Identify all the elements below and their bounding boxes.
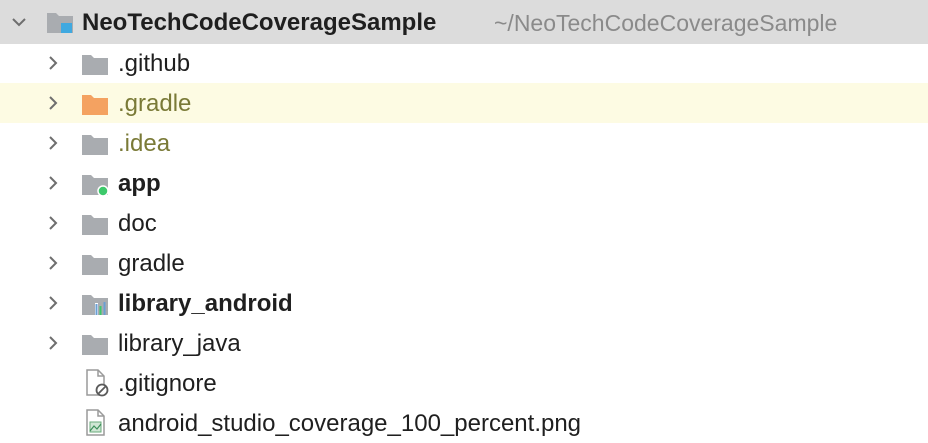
tree-item-github[interactable]: .github (0, 43, 928, 83)
project-folder-icon (46, 9, 74, 35)
tree-item-label: library_android (118, 290, 293, 317)
tree-item-gitignore[interactable]: .gitignore (0, 363, 928, 403)
tree-item-label: android_studio_coverage_100_percent.png (118, 410, 582, 437)
project-tree: NeoTechCodeCoverageSample ~/NeoTechCodeC… (0, 0, 928, 440)
folder-icon (81, 51, 109, 77)
tree-item-label: .github (118, 50, 191, 77)
tree-item-app[interactable]: app (0, 163, 928, 203)
chevron-right-icon[interactable] (46, 136, 60, 150)
tree-item-coverage-png[interactable]: android_studio_coverage_100_percent.png (0, 403, 928, 443)
folder-icon (81, 251, 109, 277)
chevron-down-icon[interactable] (12, 15, 26, 29)
tree-item-gradle-cache[interactable]: .gradle (0, 83, 928, 123)
tree-item-doc[interactable]: doc (0, 203, 928, 243)
image-file-icon (85, 409, 113, 436)
tree-item-label: library_java (118, 330, 241, 357)
tree-item-label: .gradle (118, 90, 192, 117)
ignored-file-icon (85, 369, 113, 397)
project-name: NeoTechCodeCoverageSample (82, 9, 437, 36)
chevron-right-icon[interactable] (46, 296, 60, 310)
tree-item-label: .idea (118, 130, 171, 157)
tree-item-label: app (118, 170, 161, 197)
tree-item-library-java[interactable]: library_java (0, 323, 928, 363)
library-module-icon (81, 291, 109, 317)
tree-item-label: .gitignore (118, 370, 217, 397)
chevron-right-icon[interactable] (46, 176, 60, 190)
chevron-right-icon[interactable] (46, 56, 60, 70)
tree-item-label: gradle (118, 250, 185, 277)
folder-excluded-icon (81, 91, 109, 117)
tree-item-gradle[interactable]: gradle (0, 243, 928, 283)
module-folder-icon (81, 171, 109, 197)
folder-icon (81, 131, 109, 157)
folder-icon (81, 331, 109, 357)
chevron-right-icon[interactable] (46, 96, 60, 110)
tree-item-label: doc (118, 210, 157, 237)
chevron-right-icon[interactable] (46, 216, 60, 230)
project-path: ~/NeoTechCodeCoverageSample (494, 10, 838, 36)
tree-item-library-android[interactable]: library_android (0, 283, 928, 323)
chevron-right-icon[interactable] (46, 256, 60, 270)
chevron-right-icon[interactable] (46, 336, 60, 350)
folder-icon (81, 211, 109, 237)
tree-root-row[interactable]: NeoTechCodeCoverageSample ~/NeoTechCodeC… (0, 0, 928, 44)
tree-item-idea[interactable]: .idea (0, 123, 928, 163)
